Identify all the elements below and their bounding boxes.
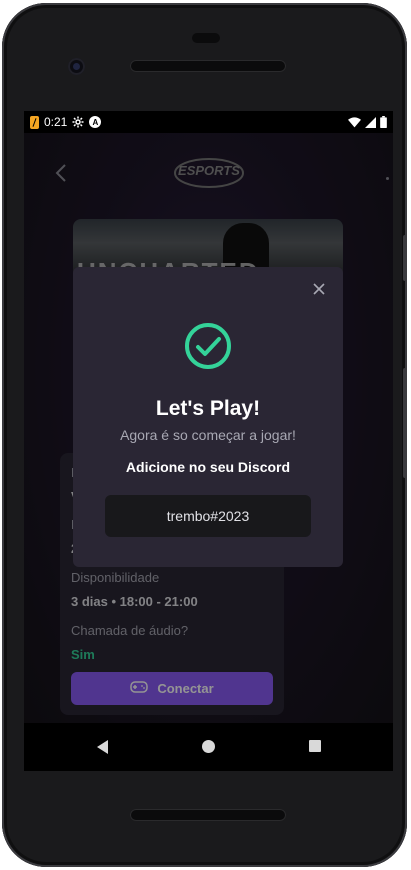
bottom-speaker bbox=[130, 809, 286, 821]
front-camera bbox=[68, 58, 85, 75]
nav-recents-icon[interactable] bbox=[309, 740, 321, 752]
status-bar: 0:21 A bbox=[24, 111, 393, 133]
discord-label: Adicione no seu Discord bbox=[125, 459, 291, 475]
screen: 0:21 A ESPORTS Disponibilidade 3 dias • … bbox=[24, 111, 393, 771]
wifi-icon bbox=[348, 116, 361, 128]
close-icon bbox=[313, 283, 325, 295]
nav-back-icon[interactable] bbox=[96, 739, 110, 760]
nav-home-icon[interactable] bbox=[202, 740, 215, 753]
battery-icon bbox=[380, 116, 387, 128]
volume-button bbox=[403, 368, 407, 478]
signal-icon bbox=[365, 116, 376, 128]
discord-username[interactable]: trembo#2023 bbox=[105, 495, 311, 537]
gear-icon bbox=[72, 116, 84, 128]
phone-frame: 0:21 A ESPORTS Disponibilidade 3 dias • … bbox=[2, 3, 407, 867]
success-modal: Let's Play! Agora é so começar a jogar! … bbox=[73, 267, 343, 567]
power-button bbox=[403, 235, 407, 281]
close-button[interactable] bbox=[311, 281, 327, 297]
top-speaker bbox=[130, 60, 286, 72]
system-nav-bar bbox=[24, 723, 393, 771]
modal-subtitle: Agora é so começar a jogar! bbox=[120, 427, 296, 443]
check-circle-icon bbox=[183, 321, 233, 376]
status-time: 0:21 bbox=[44, 115, 68, 129]
modal-title: Let's Play! bbox=[155, 397, 261, 420]
earpiece bbox=[192, 33, 220, 43]
circle-a-icon: A bbox=[89, 116, 102, 128]
expo-icon bbox=[30, 115, 39, 129]
